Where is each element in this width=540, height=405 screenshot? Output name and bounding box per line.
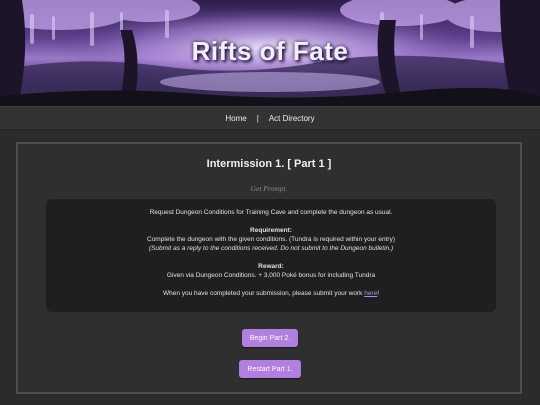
header-banner: Rifts of Fate (0, 0, 540, 106)
submit-here-link[interactable]: here (364, 290, 377, 297)
site-title: Rifts of Fate (191, 36, 349, 66)
reward-text: Given via Dungeon Conditions. + 3,000 Po… (166, 272, 376, 279)
top-navigation: Home | Act Directory (0, 106, 540, 130)
prompt-intro: Request Dungeon Conditions for Training … (149, 209, 393, 216)
requirement-text: Complete the dungeon with the given cond… (147, 236, 395, 243)
submit-instructions: When you have completed your submission,… (46, 289, 496, 298)
nav-act-directory-link[interactable]: Act Directory (269, 114, 315, 123)
requirement-note: (Submit as a reply to the conditions rec… (148, 245, 394, 252)
begin-part-2-button[interactable]: Begin Part 2. (242, 329, 298, 347)
nav-home-link[interactable]: Home (225, 114, 246, 123)
requirement-heading: Requirement: (250, 227, 292, 234)
submit-prefix: When you have completed your submission,… (162, 290, 365, 297)
submit-suffix: ! (377, 290, 380, 297)
content-panel: Intermission 1. [ Part 1 ] Get Prompt. R… (16, 142, 522, 394)
prompt-info-box: Request Dungeon Conditions for Training … (46, 199, 496, 312)
page-title: Intermission 1. [ Part 1 ] (206, 158, 332, 170)
reward-heading: Reward: (258, 263, 284, 270)
page-subtitle: Get Prompt. (250, 184, 288, 193)
nav-separator: | (256, 113, 259, 123)
restart-part-1-button[interactable]: Restart Part 1. (239, 360, 301, 378)
